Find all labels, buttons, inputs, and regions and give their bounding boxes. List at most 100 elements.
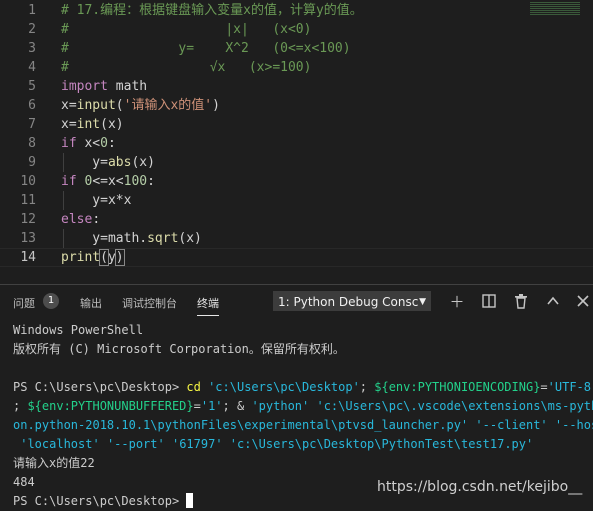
terminal-line: PS C:\Users\pc\Desktop> cd 'c:\Users\pc\… <box>13 378 593 397</box>
terminal-token: on.python-2018.10.1\pythonFiles\experime… <box>13 418 469 432</box>
code-line[interactable]: 6 x=input('请输入x的值') <box>0 96 560 115</box>
terminal-line: ; ${env:PYTHONUNBUFFERED}='1'; & 'python… <box>13 397 593 416</box>
line-number: 9 <box>28 155 36 170</box>
close-icon[interactable] <box>575 294 591 310</box>
line-number: 14 <box>20 250 36 265</box>
line-number: 5 <box>28 79 36 94</box>
terminal-line: 'localhost' '--port' '61797' 'c:\Users\p… <box>13 435 589 454</box>
trash-icon[interactable] <box>513 294 529 310</box>
code-token: if <box>61 136 77 151</box>
terminal-token: Windows PowerShell <box>13 323 144 337</box>
terminal-select[interactable]: 1: Python Debug Consc ▼ <box>273 291 431 311</box>
code-token: input <box>76 98 116 113</box>
chevron-up-icon[interactable] <box>545 294 561 310</box>
bottom-panel: 问题 1 输出 调试控制台 终端 1: Python Debug Consc ▼ … <box>0 284 593 508</box>
line-number: 4 <box>28 60 36 75</box>
terminal-token: 'localhost' <box>13 437 100 451</box>
tab-output[interactable]: 输出 <box>80 295 102 311</box>
terminal-token: ${env:PYTHONIOENCODING} <box>374 380 541 394</box>
tab-problems[interactable]: 问题 <box>13 295 35 311</box>
code-token: (x) <box>100 117 124 132</box>
indent-guide <box>63 191 64 210</box>
terminal-line: on.python-2018.10.1\pythonFiles\experime… <box>13 416 593 435</box>
code-token: int <box>76 117 101 132</box>
code-text: # |x| (x<0) <box>61 20 311 39</box>
code-token: # √x (x>=100) <box>61 60 312 75</box>
code-token: <=x< <box>92 174 124 189</box>
code-editor[interactable]: 1 # 17.编程：根据键盘输入变量x的值，计算y的值。 2 # |x| (x<0) 3… <box>0 0 593 284</box>
code-line[interactable]: 11 y=x*x <box>0 191 560 210</box>
code-text: # y= X^2 (0<=x<100) <box>61 39 351 58</box>
line-number: 2 <box>28 22 36 37</box>
terminal-line: 版权所有 (C) Microsoft Corporation。保留所有权利。 <box>13 340 589 359</box>
panel-tabs: 问题 1 输出 调试控制台 终端 1: Python Debug Consc ▼ … <box>0 285 593 319</box>
code-token: # |x| (x<0) <box>61 22 312 37</box>
code-token: ( <box>115 98 124 113</box>
code-line[interactable]: 8 if x<0: <box>0 134 560 153</box>
split-icon[interactable] <box>481 294 497 310</box>
code-token: if <box>61 174 77 189</box>
terminal-token: ; & <box>222 399 252 413</box>
code-token: y=x*x <box>61 193 132 208</box>
code-text: # √x (x>=100) <box>61 58 311 77</box>
code-text: if 0<=x<100: <box>61 172 155 191</box>
code-token: (x) <box>131 155 155 170</box>
code-text: y=abs(x) <box>61 153 155 172</box>
terminal-token: 484 <box>13 475 35 489</box>
code-text: import math <box>61 77 147 96</box>
line-number: 7 <box>28 117 36 132</box>
code-token: print <box>61 250 101 265</box>
code-line[interactable]: 14 print(y) <box>0 248 560 267</box>
terminal-token: 'c:\Users\pc\.vscode\extensions\ms-pyth <box>316 399 593 413</box>
code-token: x <box>61 98 69 113</box>
tab-debug-console[interactable]: 调试控制台 <box>122 295 177 311</box>
terminal-token: '--client' <box>475 418 548 432</box>
code-line[interactable]: 13 y=math.sqrt(x) <box>0 229 560 248</box>
plus-icon[interactable]: ＋ <box>449 294 465 310</box>
code-line[interactable]: 1 # 17.编程：根据键盘输入变量x的值，计算y的值。 <box>0 1 560 20</box>
terminal-token: = <box>193 399 201 413</box>
terminal-token: ; <box>359 380 375 394</box>
code-token: y=math. <box>61 231 148 246</box>
code-text: x=int(x) <box>61 115 124 134</box>
code-text: # 17.编程：根据键盘输入变量x的值，计算y的值。 <box>61 1 363 20</box>
code-text: x=input('请输入x的值') <box>61 96 220 115</box>
code-token: import <box>61 79 108 94</box>
code-line[interactable]: 12 else: <box>0 210 560 229</box>
code-token: '请输入x的值' <box>123 98 213 113</box>
watermark: https://blog.csdn.net/kejibo__ <box>377 479 583 495</box>
terminal-token: ; <box>13 399 28 413</box>
code-text: if x<0: <box>61 134 116 153</box>
code-line[interactable]: 9 y=abs(x) <box>0 153 560 172</box>
terminal-token: 'c:\Users\pc\Desktop' <box>208 380 360 394</box>
code-line[interactable]: 2 # |x| (x<0) <box>0 20 560 39</box>
code-token: : <box>147 174 155 189</box>
code-line[interactable]: 5 import math <box>0 77 560 96</box>
code-text: y=math.sqrt(x) <box>61 229 202 248</box>
terminal-select-value: 1: Python Debug Consc <box>278 295 419 309</box>
code-line[interactable]: 10 if 0<=x<100: <box>0 172 560 191</box>
code-text: else: <box>61 210 100 229</box>
code-line[interactable]: 3 # y= X^2 (0<=x<100) <box>0 39 560 58</box>
indent-guide <box>63 153 64 172</box>
terminal-token: '--port' <box>106 437 165 451</box>
line-number: 13 <box>20 231 36 246</box>
line-number: 8 <box>28 136 36 151</box>
tab-terminal[interactable]: 终端 <box>197 295 219 316</box>
terminal-line: Windows PowerShell <box>13 321 589 340</box>
line-number: 1 <box>28 3 36 18</box>
terminal-token: PS C:\Users\pc\Desktop> <box>13 380 187 394</box>
line-number: 12 <box>20 212 36 227</box>
terminal-token: ${env:PYTHONUNBUFFERED} <box>27 399 194 413</box>
code-line[interactable]: 7 x=int(x) <box>0 115 560 134</box>
code-token: x <box>61 117 69 132</box>
code-token: = <box>68 117 77 132</box>
code-line[interactable]: 4 # √x (x>=100) <box>0 58 560 77</box>
terminal-token: 'c:\Users\pc\Desktop\PythonTest\test17.p… <box>229 437 534 451</box>
code-token: : <box>92 212 101 227</box>
